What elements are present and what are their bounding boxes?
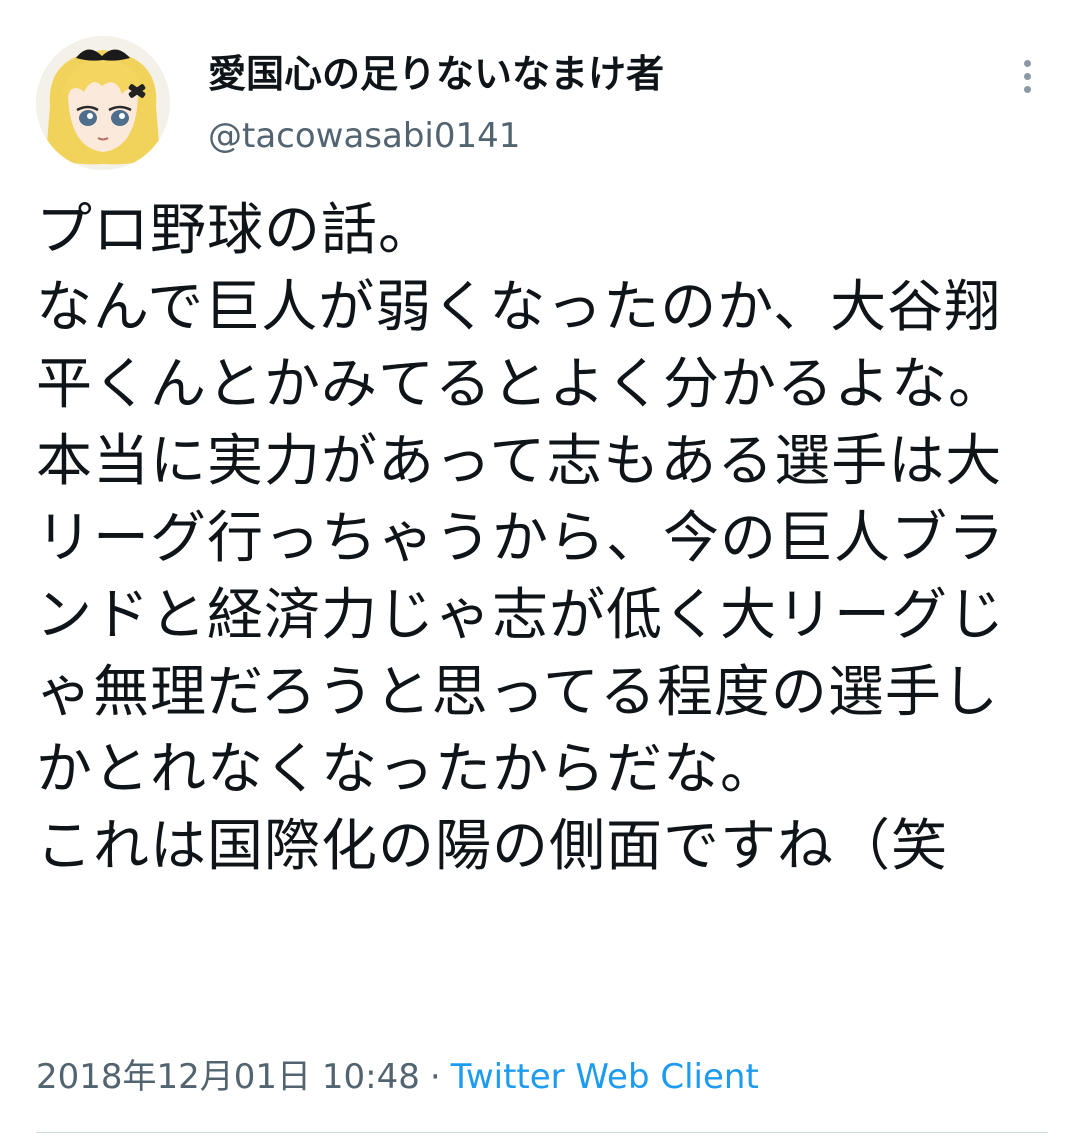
display-name[interactable]: 愛国心の足りないなまけ者 [208, 52, 664, 96]
avatar-image [36, 36, 170, 170]
tweet-text: プロ野球の話。 なんで巨人が弱くなったのか、大谷翔平くんとかみてるとよく分かるよ… [36, 198, 1005, 879]
divider [36, 1132, 1048, 1133]
client-link[interactable]: Twitter Web Client [451, 1057, 759, 1097]
separator: · [429, 1057, 441, 1097]
tweet: 愛国心の足りないなまけ者 @tacowasabi0141 プロ野球の話。 なんで… [0, 0, 1074, 1138]
timestamp-link[interactable]: 2018年12月01日 10:48 [36, 1057, 420, 1097]
more-options-button[interactable] [1010, 56, 1046, 96]
handle[interactable]: @tacowasabi0141 [208, 116, 520, 156]
more-vertical-icon-dot [1024, 86, 1031, 93]
more-vertical-icon [1024, 60, 1031, 67]
more-vertical-icon-dot [1024, 73, 1031, 80]
avatar[interactable] [36, 36, 170, 170]
tweet-meta: 2018年12月01日 10:48 · Twitter Web Client [36, 1056, 759, 1098]
